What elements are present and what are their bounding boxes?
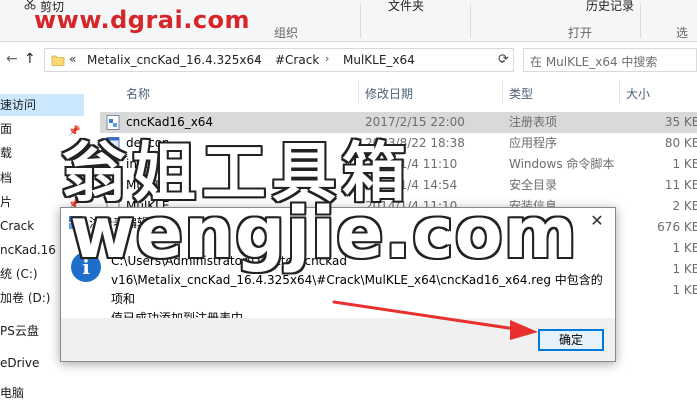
column-header-type[interactable]: 类型 xyxy=(509,85,533,102)
group-select-label: 选 xyxy=(676,26,689,40)
dialog-titlebar[interactable]: 注册表编辑器 ✕ xyxy=(61,208,615,236)
column-divider[interactable] xyxy=(358,80,359,104)
column-divider[interactable] xyxy=(502,80,503,104)
pin-icon: 📌 xyxy=(68,175,81,186)
file-row[interactable]: install 2014/1/4 11:10 Windows 命令脚本 1 KB xyxy=(100,154,697,175)
breadcrumb-item[interactable]: Metalix_cncKad_16.4.325x64 xyxy=(87,53,262,67)
pin-icon: 📌 xyxy=(68,126,81,137)
column-header-name[interactable]: 名称 xyxy=(126,85,150,102)
ribbon-divider xyxy=(640,4,641,38)
group-open-label: 打开 xyxy=(568,26,593,40)
file-row[interactable]: devcon 2013/8/22 18:38 应用程序 80 KB xyxy=(100,133,697,154)
file-size: 1 KB xyxy=(672,157,697,171)
file-size: 676 KB xyxy=(657,220,697,234)
file-size: 1 KB xyxy=(672,283,697,297)
sidebar-item-label: 载 xyxy=(0,146,13,160)
info-icon: i xyxy=(71,252,101,282)
breadcrumb-separator-icon[interactable]: › xyxy=(255,52,259,65)
dialog-message-line: v16\Metalix_cncKad_16.4.325x64\#Crack\Mu… xyxy=(111,273,603,306)
folder-icon xyxy=(51,55,65,66)
file-name: install xyxy=(126,157,162,171)
file-date: 2014/1/4 11:10 xyxy=(365,157,458,171)
sidebar-item-label: 片 xyxy=(0,195,13,209)
dialog-title: 注册表编辑器 xyxy=(89,216,162,230)
search-placeholder: 在 MulKLE_x64 中搜索 xyxy=(530,55,658,69)
sidebar-item-label: eDrive xyxy=(0,356,40,370)
ok-button[interactable]: 确定 xyxy=(538,329,604,351)
column-header-size[interactable]: 大小 xyxy=(626,85,650,102)
registry-editor-dialog: 注册表编辑器 ✕ i C:\Users\Administrator\Deskto… xyxy=(60,207,616,362)
sidebar-item-label: 电脑 xyxy=(0,386,25,400)
file-size: 1 KB xyxy=(672,262,697,276)
file-size: 11 KB xyxy=(664,178,697,192)
file-size: 2 KB xyxy=(672,199,697,213)
sidebar-item-label: 统 (C:) xyxy=(0,267,38,281)
file-type: 注册表项 xyxy=(509,115,558,129)
ribbon-divider xyxy=(360,4,361,38)
sidebar-item-label: 面 xyxy=(0,122,13,136)
new-folder-button[interactable]: 文件夹 xyxy=(388,0,424,14)
sidebar-item-label: PS云盘 xyxy=(0,324,39,338)
file-size: 1 KB xyxy=(672,241,697,255)
dialog-message: C:\Users\Administrator\Desktop\cnckad v1… xyxy=(111,252,611,328)
breadcrumb-separator-icon[interactable]: › xyxy=(325,52,329,65)
url-watermark: www.dgrai.com xyxy=(34,6,251,34)
sidebar-item-label: 档 xyxy=(0,171,13,185)
dialog-footer: 确定 xyxy=(61,318,615,361)
ribbon-divider xyxy=(470,4,471,38)
registry-editor-icon xyxy=(69,216,82,229)
file-date: 2014/1/4 14:54 xyxy=(365,178,458,192)
address-bar[interactable]: « Metalix_cncKad_16.4.325x64 › #Crack › … xyxy=(44,48,514,72)
ribbon: 剪切 www.dgrai.com 组织 文件夹 打开 历史记录 选 xyxy=(0,0,697,42)
sidebar-item-label: Crack xyxy=(0,219,35,233)
dialog-message-line: C:\Users\Administrator\Desktop\cnckad xyxy=(111,254,347,268)
breadcrumb-item[interactable]: MulKLE_x64 xyxy=(343,53,415,67)
file-name: MulKLE xyxy=(126,178,170,192)
file-size: 80 KB xyxy=(664,136,697,150)
file-name: cncKad16_x64 xyxy=(126,115,214,129)
file-type: 应用程序 xyxy=(509,136,558,150)
column-header-row: 名称 修改日期 类型 大小 xyxy=(100,80,697,104)
column-header-date[interactable]: 修改日期 xyxy=(365,85,413,102)
dialog-body: i C:\Users\Administrator\Desktop\cnckad … xyxy=(61,236,615,325)
sidebar-item-label: 速访问 xyxy=(0,98,37,112)
breadcrumb-overflow[interactable]: « xyxy=(69,52,76,66)
file-row[interactable]: cncKad16_x64 2017/2/15 22:00 注册表项 35 KB xyxy=(100,112,697,133)
file-type: 安全目录 xyxy=(509,178,558,192)
refresh-icon[interactable]: ⟳ xyxy=(498,52,509,67)
file-type: Windows 命令脚本 xyxy=(509,157,615,171)
application-file-icon xyxy=(106,137,120,149)
batch-file-icon xyxy=(106,158,120,171)
sidebar-item-this-pc[interactable]: 电脑 xyxy=(0,382,84,404)
file-name: devcon xyxy=(126,136,170,150)
up-icon[interactable]: ↑ xyxy=(24,51,36,67)
history-button[interactable]: 历史记录 xyxy=(586,0,634,14)
file-date: 2013/8/22 18:38 xyxy=(365,136,465,150)
navigation-bar: ← ↑ « Metalix_cncKad_16.4.325x64 › #Crac… xyxy=(0,44,697,76)
sidebar-item-label: 加卷 (D:) xyxy=(0,291,51,305)
registry-file-icon xyxy=(106,115,120,130)
sidebar-item-label: ncKad.16 xyxy=(0,243,56,257)
back-icon[interactable]: ← xyxy=(6,51,18,67)
security-catalog-icon xyxy=(106,179,120,192)
group-organize-label: 组织 xyxy=(274,26,299,40)
pin-icon: 📌 xyxy=(68,150,81,161)
sidebar-item-quick-access[interactable]: 速访问 xyxy=(0,94,84,116)
file-row[interactable]: MulKLE 2014/1/4 14:54 安全目录 11 KB xyxy=(100,175,697,196)
search-input[interactable]: 在 MulKLE_x64 中搜索 xyxy=(523,48,697,72)
breadcrumb-item[interactable]: #Crack xyxy=(275,53,319,67)
file-date: 2017/2/15 22:00 xyxy=(365,115,465,129)
column-divider[interactable] xyxy=(619,80,620,104)
file-size: 35 KB xyxy=(664,115,697,129)
close-icon[interactable]: ✕ xyxy=(585,209,609,233)
